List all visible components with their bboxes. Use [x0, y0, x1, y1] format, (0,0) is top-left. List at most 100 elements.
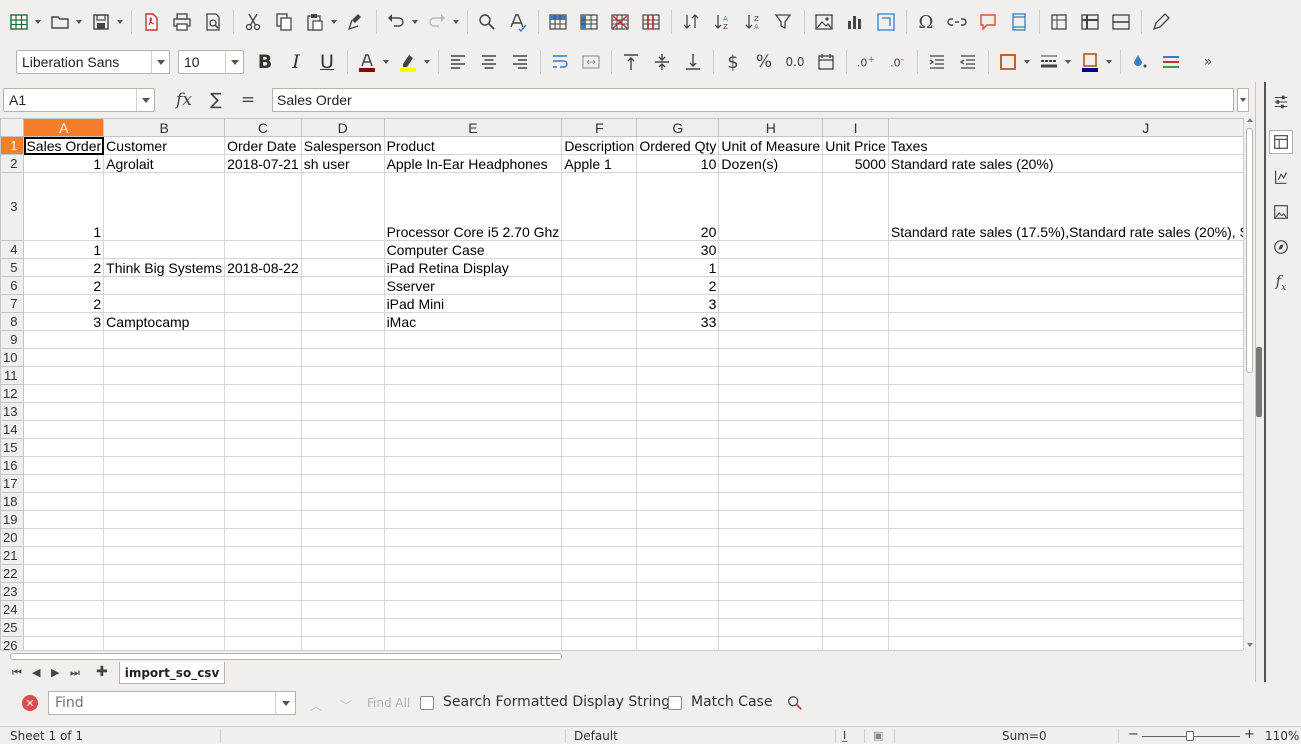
cell-a26[interactable]: [23, 636, 105, 650]
cell-b10[interactable]: [103, 348, 226, 367]
cell-g8[interactable]: 33: [636, 312, 720, 331]
cell-a6[interactable]: 2: [23, 276, 105, 295]
cell-h5[interactable]: [718, 258, 824, 277]
cell-d19[interactable]: [300, 510, 385, 529]
undo-dropdown[interactable]: [410, 9, 420, 35]
row-header[interactable]: 18: [0, 492, 25, 511]
cell-d24[interactable]: [300, 600, 385, 619]
cell-e7[interactable]: iPad Mini: [383, 294, 563, 313]
cell-c24[interactable]: [224, 600, 302, 619]
cell-b5[interactable]: Think Big Systems: [103, 258, 226, 277]
copy-icon[interactable]: [271, 9, 297, 35]
cell-a7[interactable]: 2: [23, 294, 105, 313]
cell-b20[interactable]: [103, 528, 226, 547]
cell-b18[interactable]: [103, 492, 226, 511]
cell-e17[interactable]: [383, 474, 563, 493]
cell-g12[interactable]: [636, 384, 720, 403]
cell-h26[interactable]: [718, 636, 824, 650]
column-header-e[interactable]: E: [383, 118, 563, 137]
cell-f3[interactable]: [561, 172, 638, 241]
cell-c1[interactable]: Order Date: [224, 136, 302, 155]
font-name-combo[interactable]: Liberation Sans: [16, 50, 170, 74]
cell-j14[interactable]: [887, 420, 1243, 439]
cell-e23[interactable]: [383, 582, 563, 601]
cell-a21[interactable]: [23, 546, 105, 565]
close-find-bar-icon[interactable]: ✕: [22, 695, 38, 711]
cell-a8[interactable]: 3: [23, 312, 105, 331]
find-input[interactable]: [49, 692, 271, 714]
cell-d15[interactable]: [300, 438, 385, 457]
column-header-d[interactable]: D: [300, 118, 385, 137]
cell-b9[interactable]: [103, 330, 226, 349]
border-color-button[interactable]: [1077, 49, 1103, 75]
cell-d18[interactable]: [300, 492, 385, 511]
cell-c18[interactable]: [224, 492, 302, 511]
previous-sheet-icon[interactable]: ◀: [32, 666, 40, 679]
align-bottom-icon[interactable]: [680, 49, 706, 75]
cell-b11[interactable]: [103, 366, 226, 385]
cell-b13[interactable]: [103, 402, 226, 421]
cell-d4[interactable]: [300, 240, 385, 259]
border-color-dropdown[interactable]: [1104, 49, 1114, 75]
paste-dropdown[interactable]: [329, 9, 339, 35]
cell-b14[interactable]: [103, 420, 226, 439]
print-icon[interactable]: [169, 9, 195, 35]
cell-j5[interactable]: [887, 258, 1243, 277]
save-icon[interactable]: [88, 9, 114, 35]
cell-j16[interactable]: [887, 456, 1243, 475]
cell-i9[interactable]: [822, 330, 889, 349]
cell-a20[interactable]: [23, 528, 105, 547]
cell-i12[interactable]: [822, 384, 889, 403]
vertical-scroll-thumb[interactable]: [1246, 128, 1253, 373]
cell-h23[interactable]: [718, 582, 824, 601]
cell-i24[interactable]: [822, 600, 889, 619]
cell-c20[interactable]: [224, 528, 302, 547]
cell-b26[interactable]: [103, 636, 226, 650]
merge-cells-icon[interactable]: [578, 49, 604, 75]
row-header[interactable]: 12: [0, 384, 25, 403]
cell-g4[interactable]: 30: [636, 240, 720, 259]
formula-equals-icon[interactable]: =: [232, 90, 264, 110]
insert-chart-icon[interactable]: [842, 9, 868, 35]
cell-b15[interactable]: [103, 438, 226, 457]
cell-f16[interactable]: [561, 456, 638, 475]
cell-f4[interactable]: [561, 240, 638, 259]
cell-j20[interactable]: [887, 528, 1243, 547]
decrease-indent-icon[interactable]: [955, 49, 981, 75]
row-header[interactable]: 7: [0, 294, 25, 313]
cell-j24[interactable]: [887, 600, 1243, 619]
cell-d6[interactable]: [300, 276, 385, 295]
cell-c21[interactable]: [224, 546, 302, 565]
scroll-down-icon[interactable]: [1247, 643, 1253, 647]
highlight-color-dropdown[interactable]: [422, 49, 432, 75]
vertical-scrollbar[interactable]: [1243, 118, 1255, 650]
cell-h10[interactable]: [718, 348, 824, 367]
delete-column-icon[interactable]: [638, 9, 664, 35]
cell-i20[interactable]: [822, 528, 889, 547]
cell-h18[interactable]: [718, 492, 824, 511]
insert-mode-icon[interactable]: I̲: [843, 729, 846, 742]
cell-e16[interactable]: [383, 456, 563, 475]
cell-f1[interactable]: Description: [561, 136, 638, 155]
cell-c7[interactable]: [224, 294, 302, 313]
number-format-button[interactable]: 0.0: [782, 49, 808, 75]
function-wizard-icon[interactable]: fx: [168, 90, 200, 110]
cell-a5[interactable]: 2: [23, 258, 105, 277]
cell-c13[interactable]: [224, 402, 302, 421]
hyperlink-icon[interactable]: [944, 9, 970, 35]
cell-f5[interactable]: [561, 258, 638, 277]
cell-c23[interactable]: [224, 582, 302, 601]
cell-h22[interactable]: [718, 564, 824, 583]
row-header[interactable]: 17: [0, 474, 25, 493]
clone-formatting-icon[interactable]: [343, 9, 369, 35]
conditional-format-icon[interactable]: [1127, 49, 1153, 75]
cell-g7[interactable]: 3: [636, 294, 720, 313]
cell-c15[interactable]: [224, 438, 302, 457]
cell-g24[interactable]: [636, 600, 720, 619]
sort-ascending-icon[interactable]: AZ: [709, 9, 735, 35]
column-header-c[interactable]: C: [224, 118, 302, 137]
cell-e11[interactable]: [383, 366, 563, 385]
highlight-color-button[interactable]: [395, 49, 421, 75]
row-header[interactable]: 16: [0, 456, 25, 475]
cell-b6[interactable]: [103, 276, 226, 295]
